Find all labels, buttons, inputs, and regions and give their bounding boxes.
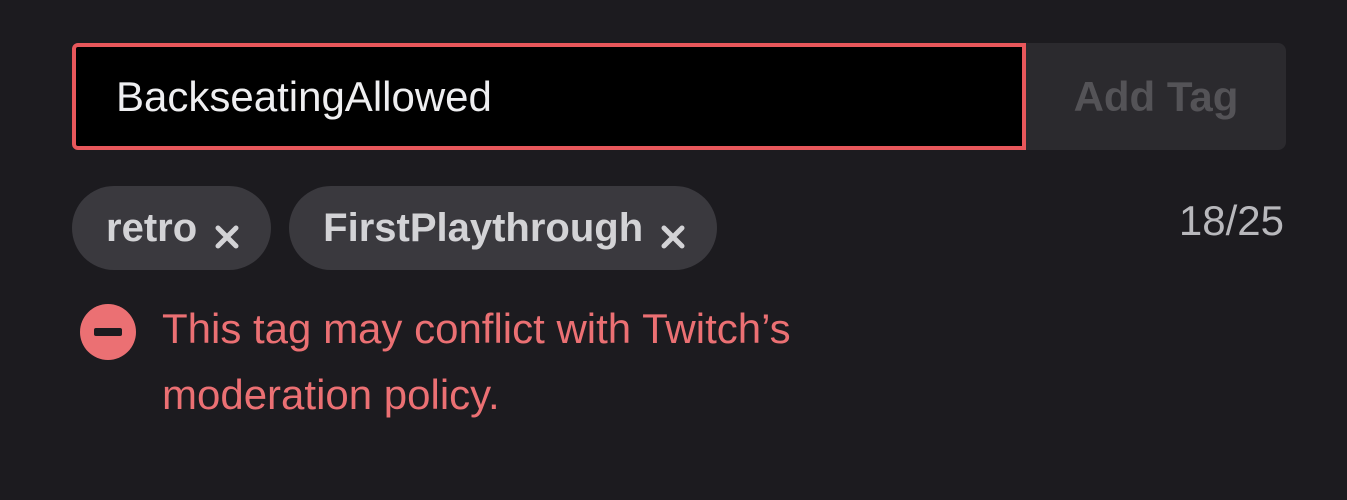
tag-list: retro FirstPlaythrough [72, 186, 718, 270]
error-message: This tag may conflict with Twitch’s mode… [80, 296, 942, 428]
minus-circle-icon [80, 304, 136, 360]
error-text: This tag may conflict with Twitch’s mode… [162, 305, 791, 418]
tag-chip-label: retro [106, 205, 198, 250]
tag-chip: FirstPlaythrough [289, 186, 718, 270]
tag-input[interactable] [72, 43, 1026, 150]
tag-chip: retro [72, 186, 272, 270]
tag-input-row: Add Tag [72, 43, 1286, 150]
close-icon[interactable] [213, 216, 241, 249]
add-tag-button[interactable]: Add Tag [1026, 43, 1286, 150]
close-icon[interactable] [659, 216, 687, 249]
tag-editor: Add Tag retro FirstPlaythrough 18/25 [0, 0, 1347, 500]
tag-counter: 18/25 [1178, 197, 1284, 244]
tag-chip-label: FirstPlaythrough [323, 205, 644, 250]
